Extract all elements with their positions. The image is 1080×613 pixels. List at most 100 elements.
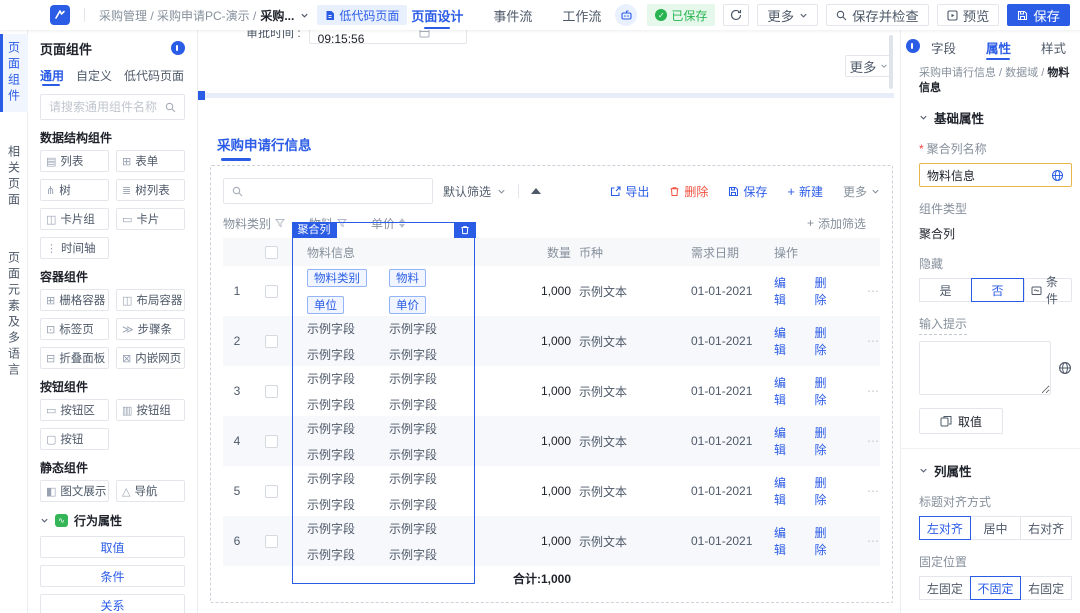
row-edit-link[interactable]: 编辑 xyxy=(774,274,793,308)
field-tag[interactable]: 物料类别 xyxy=(307,268,367,287)
component-item[interactable]: ⊠ 内嵌网页 xyxy=(116,347,185,369)
component-search-input[interactable] xyxy=(49,100,159,114)
fixed-left-button[interactable]: 左固定 xyxy=(919,576,971,600)
row-edit-link[interactable]: 编辑 xyxy=(774,424,793,458)
get-value-button[interactable]: 取值 xyxy=(919,408,1003,434)
rail-item-page-elements-i18n[interactable]: 页面元素及多语言 xyxy=(0,244,28,386)
tab-general[interactable]: 通用 xyxy=(40,64,64,86)
fixed-none-button[interactable]: 不固定 xyxy=(969,576,1022,600)
component-item[interactable]: ⊞ 栅格容器 xyxy=(40,289,109,311)
row-edit-link[interactable]: 编辑 xyxy=(774,474,793,508)
row-checkbox[interactable] xyxy=(264,384,278,398)
scrollbar-thumb[interactable] xyxy=(889,35,893,89)
row-delete-link[interactable]: 删除 xyxy=(815,324,834,358)
row-more-icon[interactable]: ⋯ xyxy=(867,334,880,348)
component-item[interactable]: ◫ 卡片组 xyxy=(40,208,109,230)
row-delete-link[interactable]: 删除 xyxy=(815,474,834,508)
globe-icon[interactable] xyxy=(1051,169,1064,182)
hidden-yes-button[interactable]: 是 xyxy=(919,278,972,302)
row-edit-link[interactable]: 编辑 xyxy=(774,374,793,408)
component-item[interactable]: ⋔ 树 xyxy=(40,179,109,201)
row-checkbox[interactable] xyxy=(264,284,278,298)
basic-props-section-header[interactable]: 基础属性 xyxy=(919,108,1072,127)
globe-icon[interactable] xyxy=(1058,361,1072,375)
component-item[interactable]: △ 导航 xyxy=(116,480,185,502)
behavior-section-header[interactable]: ∿ 行为属性 xyxy=(40,511,185,529)
field-tag[interactable]: 单价 xyxy=(389,295,426,314)
row-edit-link[interactable]: 编辑 xyxy=(774,524,793,558)
tab-event-flow[interactable]: 事件流 xyxy=(493,0,532,30)
row-checkbox[interactable] xyxy=(264,484,278,498)
row-more-icon[interactable]: ⋯ xyxy=(867,284,880,298)
tab-page-design[interactable]: 页面设计 xyxy=(411,0,463,30)
row-more-icon[interactable]: ⋯ xyxy=(867,434,880,448)
default-filter-dropdown[interactable]: 默认筛选 xyxy=(443,183,506,200)
add-filter-button[interactable]: + 添加筛选 xyxy=(807,215,866,232)
chevron-down-icon[interactable] xyxy=(300,11,309,20)
component-item[interactable]: ⊞ 表单 xyxy=(116,150,185,172)
fixed-right-button[interactable]: 右固定 xyxy=(1020,576,1073,600)
component-item[interactable]: ◫ 布局容器 xyxy=(116,289,185,311)
field-tag[interactable]: 单位 xyxy=(307,295,344,314)
hint-textarea[interactable] xyxy=(919,341,1051,395)
col-header-qty[interactable]: 数量 xyxy=(501,244,571,261)
row-delete-link[interactable]: 删除 xyxy=(815,424,834,458)
align-right-button[interactable]: 右对齐 xyxy=(1020,516,1073,540)
column-props-section-header[interactable]: 列属性 xyxy=(919,461,1072,480)
table-more-button[interactable]: 更多 xyxy=(843,183,880,200)
rail-item-page-components[interactable]: 页面组件 xyxy=(0,34,28,112)
col-header-material-info[interactable]: 物料信息 xyxy=(291,244,471,261)
row-more-icon[interactable]: ⋯ xyxy=(867,484,880,498)
sort-chip-unit-price[interactable]: 单价 xyxy=(371,215,406,232)
app-logo[interactable] xyxy=(50,5,70,25)
hidden-no-button[interactable]: 否 xyxy=(971,278,1024,302)
relation-button[interactable]: 关系 xyxy=(40,594,185,613)
rail-item-related-pages[interactable]: 相关页面 xyxy=(0,138,28,216)
tab-workflow[interactable]: 工作流 xyxy=(562,0,601,30)
component-item[interactable]: ▭ 按钮区 xyxy=(40,399,109,421)
condition-button[interactable]: 条件 xyxy=(40,565,185,587)
export-button[interactable]: 导出 xyxy=(610,183,649,200)
date-input[interactable]: 2021-01-01 09:15:56 xyxy=(308,30,467,46)
more-menu-button[interactable]: 更多 xyxy=(757,4,819,26)
crumb-item[interactable]: 采购申请行信息 xyxy=(919,67,996,79)
component-item[interactable]: ▤ 列表 xyxy=(40,150,109,172)
collapse-panel-icon[interactable] xyxy=(171,41,185,55)
tab-lowcode-page[interactable]: 低代码页面 xyxy=(124,64,184,86)
tab-custom[interactable]: 自定义 xyxy=(76,64,112,86)
collapse-search-icon[interactable] xyxy=(531,188,542,194)
filter-chip-material-category[interactable]: 物料类别 xyxy=(223,215,286,232)
component-item[interactable]: ⊡ 标签页 xyxy=(40,318,109,340)
save-button[interactable]: 保存 xyxy=(1007,4,1071,26)
hidden-condition-button[interactable]: 条件 xyxy=(1024,275,1072,306)
get-value-button[interactable]: 取值 xyxy=(40,536,185,558)
component-item[interactable]: ⋮ 时间轴 xyxy=(40,237,109,259)
create-button[interactable]: + 新建 xyxy=(787,183,823,200)
component-item[interactable]: ◧ 图文展示 xyxy=(40,480,109,502)
row-checkbox[interactable] xyxy=(264,434,278,448)
preview-button[interactable]: 预览 xyxy=(936,4,1000,26)
col-header-date[interactable]: 需求日期 xyxy=(661,244,766,261)
component-item[interactable]: ≫ 步骤条 xyxy=(116,318,185,340)
row-delete-link[interactable]: 删除 xyxy=(815,274,834,308)
tab-properties[interactable]: 属性 xyxy=(986,34,1011,60)
row-delete-link[interactable]: 删除 xyxy=(815,524,834,558)
component-item[interactable]: ≣ 树列表 xyxy=(116,179,185,201)
refresh-button[interactable] xyxy=(723,4,750,26)
align-left-button[interactable]: 左对齐 xyxy=(919,516,971,540)
col-header-currency[interactable]: 币种 xyxy=(571,244,661,261)
component-item[interactable]: ▥ 按钮组 xyxy=(116,399,185,421)
select-all-checkbox[interactable] xyxy=(264,245,278,259)
row-more-icon[interactable]: ⋯ xyxy=(867,534,880,548)
table-search-input[interactable] xyxy=(249,184,424,198)
ai-assistant-button[interactable] xyxy=(615,4,638,26)
delete-column-button[interactable] xyxy=(453,221,476,238)
breadcrumb-current[interactable]: 采购... xyxy=(260,7,294,24)
row-delete-link[interactable]: 删除 xyxy=(815,374,834,408)
save-row-button[interactable]: 保存 xyxy=(728,183,767,200)
component-item[interactable]: ▭ 卡片 xyxy=(116,208,185,230)
align-center-button[interactable]: 居中 xyxy=(969,516,1022,540)
tab-styles[interactable]: 样式 xyxy=(1041,34,1066,60)
row-checkbox[interactable] xyxy=(264,534,278,548)
tab-fields[interactable]: 字段 xyxy=(931,34,956,60)
